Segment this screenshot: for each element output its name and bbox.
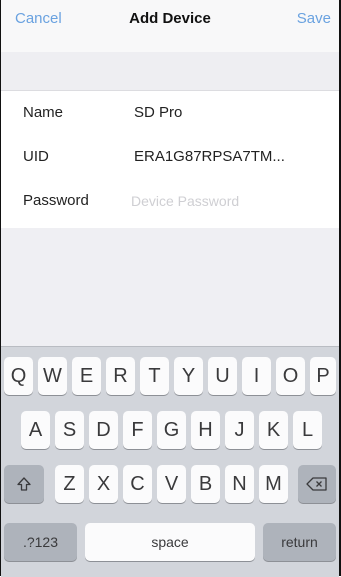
name-field[interactable]: SD Pro <box>134 104 182 121</box>
key-f[interactable]: F <box>123 411 152 449</box>
key-i[interactable]: I <box>242 357 271 395</box>
uid-row[interactable]: UID ERA1G87RPSA7TM... <box>1 135 339 179</box>
save-button[interactable]: Save <box>297 10 331 27</box>
key-j[interactable]: J <box>225 411 254 449</box>
key-l[interactable]: L <box>293 411 322 449</box>
app-screen: Cancel Add Device Save Name SD Pro UID E… <box>0 0 341 577</box>
backspace-icon <box>306 477 327 491</box>
empty-area <box>1 228 339 346</box>
key-s[interactable]: S <box>55 411 84 449</box>
numbers-key[interactable]: .?123 <box>4 523 77 561</box>
space-key[interactable]: space <box>85 523 255 561</box>
name-row[interactable]: Name SD Pro <box>1 91 339 135</box>
navigation-bar: Cancel Add Device Save <box>1 0 339 53</box>
name-label: Name <box>23 104 64 121</box>
on-screen-keyboard: Q W E R T Y U I O P A S D F G H J K L Z … <box>1 346 339 577</box>
key-c[interactable]: C <box>123 465 152 503</box>
key-t[interactable]: T <box>140 357 169 395</box>
key-e[interactable]: E <box>72 357 101 395</box>
key-z[interactable]: Z <box>55 465 84 503</box>
key-a[interactable]: A <box>21 411 50 449</box>
key-y[interactable]: Y <box>174 357 203 395</box>
uid-label: UID <box>23 148 49 165</box>
key-u[interactable]: U <box>208 357 237 395</box>
key-q[interactable]: Q <box>4 357 33 395</box>
key-x[interactable]: X <box>89 465 118 503</box>
key-k[interactable]: K <box>259 411 288 449</box>
key-p[interactable]: P <box>310 357 336 395</box>
key-o[interactable]: O <box>276 357 305 395</box>
key-v[interactable]: V <box>157 465 186 503</box>
uid-field[interactable]: ERA1G87RPSA7TM... <box>134 148 285 165</box>
key-r[interactable]: R <box>106 357 135 395</box>
key-b[interactable]: B <box>191 465 220 503</box>
page-title: Add Device <box>129 10 211 27</box>
password-row[interactable]: Password Device Password <box>1 179 339 223</box>
key-h[interactable]: H <box>191 411 220 449</box>
shift-arrow-icon <box>17 477 31 491</box>
shift-key[interactable] <box>4 465 44 503</box>
key-m[interactable]: M <box>259 465 288 503</box>
delete-key[interactable] <box>298 465 336 503</box>
key-d[interactable]: D <box>89 411 118 449</box>
return-key[interactable]: return <box>263 523 336 561</box>
device-form: Name SD Pro UID ERA1G87RPSA7TM... Passwo… <box>1 90 339 230</box>
key-g[interactable]: G <box>157 411 186 449</box>
key-w[interactable]: W <box>38 357 67 395</box>
key-n[interactable]: N <box>225 465 254 503</box>
password-field[interactable]: Device Password <box>131 193 239 209</box>
password-label: Password <box>23 192 89 209</box>
section-spacer <box>1 52 339 90</box>
